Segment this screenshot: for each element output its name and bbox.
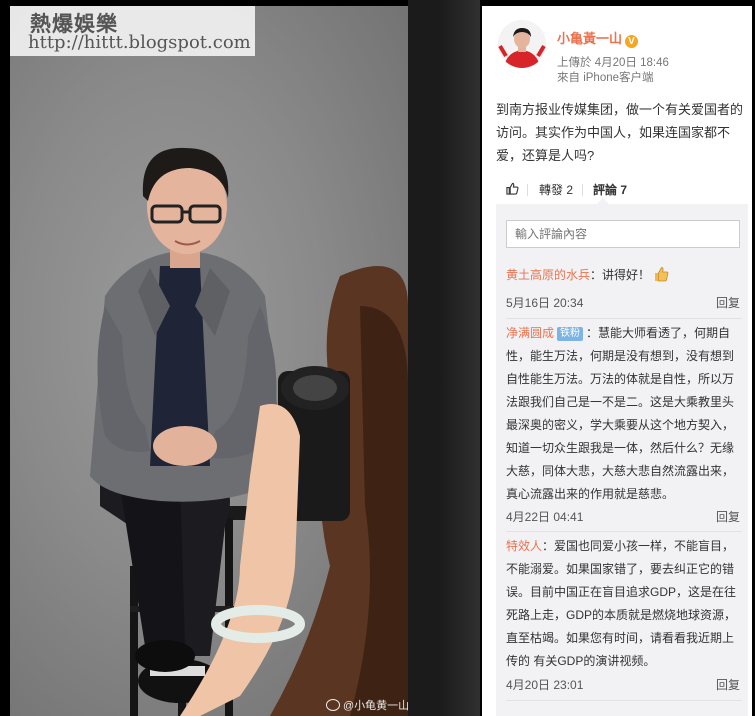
divider bbox=[506, 700, 742, 701]
comments-tab[interactable]: 評論 7 bbox=[593, 181, 627, 198]
photo-illustration bbox=[90, 147, 408, 716]
username-text: 小亀黃一山 bbox=[557, 31, 623, 46]
comment-text: ：慧能大师看透了，何期自性，能生万法，何期是没有想到，没有想到自性能生万法。万法… bbox=[506, 326, 735, 501]
fan-badge: 铁粉 bbox=[557, 327, 584, 341]
weibo-post-panel: 小亀黃一山 V 上傳於 4月20日 18:46 來自 iPhone客户端 到南方报… bbox=[482, 6, 752, 716]
interview-photo: 熱爆娛樂 http://hittt.blogspot.com bbox=[10, 6, 408, 716]
post-time: 上傳於 4月20日 18:46 bbox=[557, 57, 669, 69]
photo-credit: @小龟黄一山 bbox=[326, 697, 409, 713]
watermark-url: http://hittt.blogspot.com bbox=[28, 32, 251, 53]
post-text: 到南方报业传媒集团，做一个有关爱国者的访问。其实作为中国人，如果连国家都不爱，还… bbox=[496, 102, 744, 163]
comment-time: 4月22日 04:41 bbox=[506, 510, 584, 524]
comments-section: 黄土高原的水兵：讲得好！ 5月16日 20:34 回复 净满圆成铁粉：慧能大师看… bbox=[496, 204, 748, 716]
thumbs-up-emoji-icon bbox=[653, 266, 669, 282]
avatar[interactable] bbox=[498, 20, 546, 68]
thumb-up-icon[interactable] bbox=[506, 182, 519, 198]
reply-button[interactable]: 回复 bbox=[716, 508, 740, 525]
comment-footer: 5月16日 20:34 回复 bbox=[506, 294, 742, 312]
comment-footer: 4月20日 23:01 回复 bbox=[506, 676, 742, 694]
divider bbox=[506, 318, 742, 319]
username[interactable]: 小亀黃一山 V bbox=[557, 28, 639, 48]
comment-author[interactable]: 特效人 bbox=[506, 539, 542, 553]
post-actions: 轉發 2 評論 7 bbox=[482, 178, 752, 204]
comment-author[interactable]: 净满圆成 bbox=[506, 326, 554, 340]
comment-time: 5月16日 20:34 bbox=[506, 296, 584, 310]
weibo-logo-icon bbox=[326, 699, 340, 711]
dark-margin bbox=[408, 0, 480, 716]
reply-button[interactable]: 回复 bbox=[716, 676, 740, 693]
post-source: 來自 iPhone客户端 bbox=[557, 72, 654, 84]
avatar-icon bbox=[498, 20, 546, 68]
comment-item: 特效人：爱国也同爱小孩一样，不能盲目，不能溺爱。如果国家错了，要去纠正它的错误。… bbox=[506, 535, 742, 673]
divider bbox=[506, 531, 742, 532]
verified-badge-icon: V bbox=[625, 35, 639, 48]
comment-time: 4月20日 23:01 bbox=[506, 678, 584, 692]
watermark: 熱爆娛樂 http://hittt.blogspot.com bbox=[10, 6, 255, 56]
comment-text: ：讲得好！ bbox=[590, 268, 651, 282]
reply-button[interactable]: 回复 bbox=[716, 294, 740, 311]
comment-item: 黄土高原的水兵：讲得好！ bbox=[506, 264, 742, 287]
comment-text: ：爱国也同爱小孩一样，不能盲目，不能溺爱。如果国家错了，要去纠正它的错误。目前中… bbox=[506, 539, 737, 668]
comment-footer: 4月22日 04:41 回复 bbox=[506, 508, 742, 526]
repost-button[interactable]: 轉發 2 bbox=[539, 181, 573, 198]
photo-credit-text: @小龟黄一山 bbox=[343, 700, 410, 712]
comment-author[interactable]: 黄土高原的水兵 bbox=[506, 268, 590, 282]
comment-item: 净满圆成 铁粉 ：慧能大师看透了，何期自性，能生万法，何期是没有想到，没有想到自性能… bbox=[506, 322, 742, 506]
comment-input[interactable] bbox=[506, 220, 740, 248]
